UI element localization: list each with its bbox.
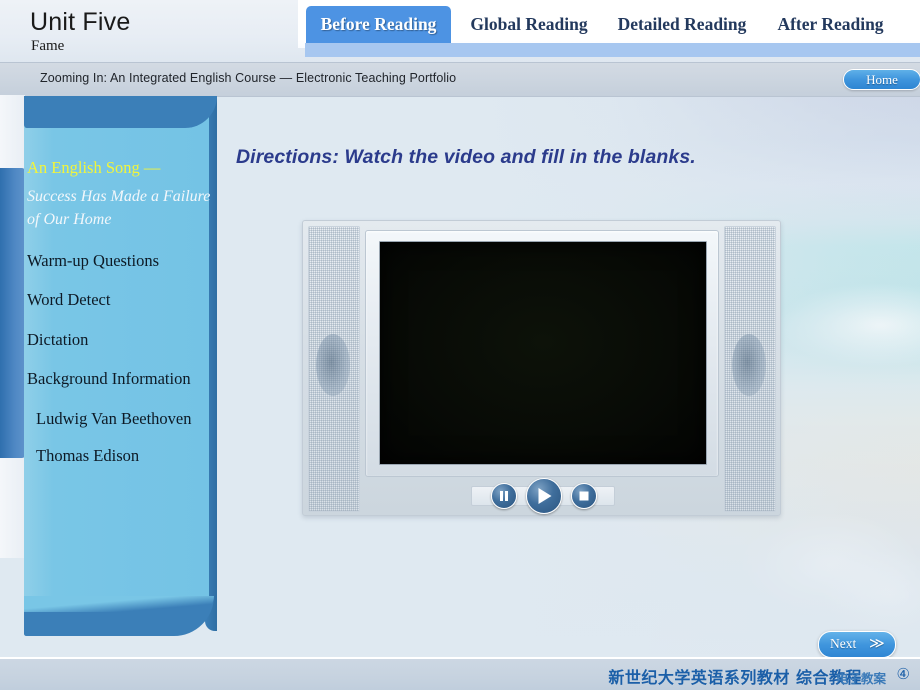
home-button[interactable]: Home — [843, 69, 920, 90]
sidebar-item-thomas-edison[interactable]: Thomas Edison — [27, 448, 212, 465]
tab-before-reading[interactable]: Before Reading — [306, 6, 451, 43]
play-button[interactable] — [526, 478, 562, 514]
sidebar-item-dictation[interactable]: Dictation — [27, 331, 212, 349]
speaker-cone-left — [316, 334, 350, 396]
directions-text: Directions: Watch the video and fill in … — [236, 146, 696, 168]
course-info-bar: Zooming In: An Integrated English Course… — [0, 62, 920, 97]
page-title: Unit Five — [30, 8, 131, 36]
chevron-right-icon: ≫ — [869, 635, 885, 652]
tab-global-reading[interactable]: Global Reading — [459, 6, 599, 43]
sidebar-bottom-curve — [24, 596, 214, 612]
tab-detailed-reading[interactable]: Detailed Reading — [606, 6, 758, 43]
video-screen[interactable] — [379, 241, 707, 465]
tab-after-reading[interactable]: After Reading — [763, 6, 898, 43]
stop-icon — [579, 491, 589, 501]
tab-underline-bar — [305, 43, 920, 57]
sidebar-top-cap — [24, 96, 217, 128]
sidebar-edge-tab — [0, 168, 25, 458]
sidebar-item-word-detect[interactable]: Word Detect — [27, 292, 212, 309]
sidebar-item-background-information[interactable]: Background Information — [27, 371, 212, 388]
sidebar-item-song-title[interactable]: Success Has Made a Failure of Our Home — [27, 185, 212, 231]
footer-volume-badge: ④ — [896, 665, 910, 683]
sidebar-edge-top — [0, 95, 25, 169]
page-subtitle: Fame — [31, 38, 65, 54]
footer-series-title: 新世纪大学英语系列教材 综合教程 — [608, 668, 862, 687]
speaker-right — [724, 226, 776, 512]
presentation-slide: Unit Five Fame Before Reading Global Rea… — [0, 0, 920, 690]
sidebar-item-warm-up-questions[interactable]: Warm-up Questions — [27, 252, 212, 270]
speaker-left — [308, 226, 360, 512]
next-button-label: Next — [830, 636, 857, 651]
stop-button[interactable] — [571, 483, 597, 509]
sidebar-edge-bottom — [0, 458, 25, 558]
next-button[interactable]: Next ≫ — [818, 631, 896, 658]
sidebar-menu: An English Song — Success Has Made a Fai… — [27, 159, 212, 486]
footer-subtitle: 电子教案 — [835, 671, 886, 686]
tv-bezel — [365, 230, 719, 477]
home-button-label: Home — [866, 72, 898, 87]
speaker-cone-right — [732, 334, 766, 396]
play-icon — [538, 488, 552, 504]
pause-icon — [500, 491, 508, 501]
sidebar-item-ludwig-van-beethoven[interactable]: Ludwig Van Beethoven — [27, 410, 212, 428]
video-player-tv — [302, 220, 781, 516]
player-control-bar — [471, 478, 615, 514]
pause-button[interactable] — [491, 483, 517, 509]
tab-bar: Before Reading Global Reading Detailed R… — [298, 0, 920, 48]
footer-bar: 新世纪大学英语系列教材 综合教程 电子教案 ④ — [0, 657, 920, 690]
course-info-text: Zooming In: An Integrated English Course… — [40, 71, 457, 85]
sidebar-item-english-song[interactable]: An English Song — — [27, 159, 212, 177]
